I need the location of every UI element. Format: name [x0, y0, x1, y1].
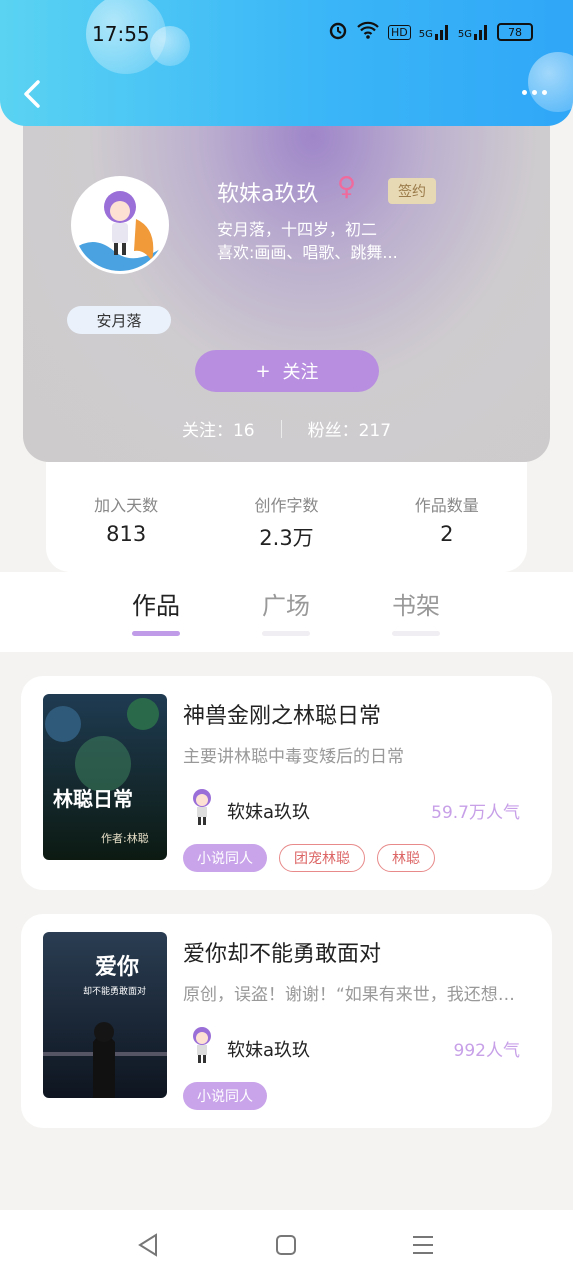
signed-badge: 签约 [388, 178, 436, 204]
network-5g-label: 5G [457, 29, 472, 40]
following-count[interactable]: 关注：16 [182, 416, 255, 441]
square-home-icon [276, 1235, 296, 1255]
nav-home-button[interactable] [271, 1230, 301, 1260]
nav-back-button[interactable] [134, 1230, 164, 1260]
tab-indicator [392, 631, 440, 636]
plus-icon: + [255, 360, 271, 382]
avatar-image [74, 179, 166, 271]
stat-label: 创作字数 [254, 496, 319, 515]
tag[interactable]: 小说同人 [183, 1082, 267, 1110]
cover-image: 爱你 却不能勇敢面对 [43, 932, 167, 1098]
cover-title: 爱你 [95, 954, 139, 980]
stat-label: 加入天数 [94, 496, 159, 515]
more-button[interactable] [522, 90, 547, 95]
tab-label: 广场 [262, 592, 310, 620]
tab-label: 作品 [132, 592, 180, 620]
more-dots-icon [542, 90, 547, 95]
username: 软妹a玖玖 [217, 182, 319, 207]
tab-indicator [132, 631, 180, 636]
tab-indicator [262, 631, 310, 636]
author-avatar-image [193, 1027, 211, 1063]
tab-works[interactable]: 作品 [126, 586, 186, 636]
tag[interactable]: 林聪 [377, 844, 435, 872]
popularity-count: 992人气 [453, 1041, 520, 1061]
author-name[interactable]: 软妹a玖玖 [227, 798, 310, 824]
work-description: 主要讲林聪中毒变矮后的日常 [183, 747, 404, 767]
work-title: 神兽金刚之林聪日常 [183, 704, 382, 729]
status-time: 17:55 [92, 22, 150, 46]
author-avatar-image [193, 789, 211, 825]
author-avatar [187, 788, 217, 826]
top-header: 17:55 HD 5G 5G 78 [0, 0, 573, 126]
network-5g-label: 5G [418, 29, 433, 40]
chevron-left-icon [24, 80, 40, 108]
follow-button[interactable]: + 关注 [195, 350, 379, 392]
fans-count[interactable]: 粉丝：217 [308, 416, 391, 441]
work-title: 爱你却不能勇敢面对 [183, 942, 382, 967]
cover-image: 林聪日常 作者:林聪 [43, 694, 167, 860]
alarm-icon [328, 20, 348, 44]
tag-list: 小说同人 [183, 1082, 267, 1110]
stat-value: 2.3万 [259, 526, 314, 550]
tag-list: 小说同人 团宠林聪 林聪 [183, 844, 435, 872]
avatar[interactable] [71, 176, 169, 274]
decor-bubble [150, 26, 190, 66]
work-card[interactable]: 林聪日常 作者:林聪 神兽金刚之林聪日常 主要讲林聪中毒变矮后的日常 软妹a玖玖… [21, 676, 552, 890]
bio-line: 喜欢:画画、唱歌、跳舞... [217, 243, 398, 262]
works-list: 林聪日常 作者:林聪 神兽金刚之林聪日常 主要讲林聪中毒变矮后的日常 软妹a玖玖… [0, 652, 573, 1130]
stats-panel: 加入天数 813 创作字数 2.3万 作品数量 2 [46, 462, 527, 572]
work-card[interactable]: 爱你 却不能勇敢面对 爱你却不能勇敢面对 原创，误盗！谢谢！“如果有来世，我还想… [21, 914, 552, 1128]
stat-label: 作品数量 [414, 496, 479, 515]
follow-button-label: 关注 [282, 362, 319, 383]
stat-join-days: 加入天数 813 [56, 492, 196, 546]
menu-lines-icon [413, 1236, 433, 1254]
system-nav-bar [0, 1210, 573, 1280]
more-dots-icon [522, 90, 527, 95]
signal-5g-icon: 5G [419, 24, 450, 40]
author-name[interactable]: 软妹a玖玖 [227, 1036, 310, 1062]
stat-value: 813 [106, 522, 147, 546]
tag[interactable]: 团宠林聪 [279, 844, 365, 872]
decor-bubble [528, 52, 573, 112]
hd-icon: HD [388, 24, 411, 40]
cover-subtitle: 却不能勇敢面对 [83, 985, 146, 997]
divider [280, 419, 282, 438]
stat-value: 2 [440, 522, 454, 546]
bio-line: 安月落，十四岁，初二 [217, 220, 378, 239]
wifi-icon [356, 20, 380, 44]
profile-bio: 安月落，十四岁，初二 喜欢:画画、唱歌、跳舞... [217, 218, 398, 264]
nav-menu-button[interactable] [408, 1230, 438, 1260]
tab-square[interactable]: 广场 [256, 586, 316, 636]
follow-counts: 关注：16 粉丝：217 [23, 416, 550, 441]
nickname-badge: 安月落 [67, 306, 171, 334]
popularity-count: 59.7万人气 [431, 803, 520, 823]
signal-5g-icon: 5G [458, 24, 489, 40]
status-icons: HD 5G 5G 78 [328, 20, 533, 44]
tab-bar: 作品 广场 书架 [0, 572, 573, 652]
stat-word-count: 创作字数 2.3万 [216, 492, 356, 552]
back-button[interactable] [18, 76, 48, 112]
work-description: 原创，误盗！谢谢！“如果有来世，我还想遇见你” [183, 985, 519, 1005]
battery-icon: 78 [497, 23, 533, 41]
cover-title: 林聪日常 [53, 787, 133, 811]
tab-bookshelf[interactable]: 书架 [386, 586, 446, 636]
more-dots-icon [532, 90, 537, 95]
book-cover[interactable]: 爱你 却不能勇敢面对 [43, 932, 167, 1098]
tag[interactable]: 小说同人 [183, 844, 267, 872]
book-cover[interactable]: 林聪日常 作者:林聪 [43, 694, 167, 860]
profile-card: 安月落 软妹a玖玖 ♀ 签约 安月落，十四岁，初二 喜欢:画画、唱歌、跳舞...… [23, 100, 550, 462]
tab-label: 书架 [392, 592, 440, 620]
female-gender-icon: ♀ [337, 172, 357, 202]
cover-author: 作者:林聪 [101, 831, 149, 845]
triangle-back-icon [138, 1233, 157, 1257]
stat-works-count: 作品数量 2 [377, 492, 517, 546]
author-avatar [187, 1026, 217, 1064]
list-bottom-space [0, 1130, 573, 1210]
